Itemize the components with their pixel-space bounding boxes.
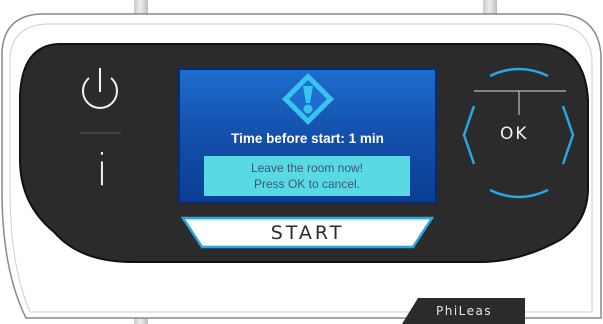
info-label: i — [96, 145, 110, 196]
ok-button-label: OK — [500, 124, 529, 144]
info-button[interactable]: i — [84, 145, 118, 201]
arc-left-icon — [462, 105, 476, 165]
ok-button[interactable]: OK — [494, 118, 546, 152]
nav-down-button[interactable] — [484, 184, 554, 206]
warning-message-box: Leave the room now! Press OK to cancel. — [204, 156, 410, 196]
countdown-status-text: Time before start: 1 min — [231, 131, 384, 146]
lcd-screen: Time before start: 1 min Leave the room … — [178, 68, 437, 204]
nav-up-button[interactable] — [484, 60, 554, 82]
power-icon — [82, 68, 118, 109]
arc-right-icon — [561, 105, 575, 165]
start-button[interactable]: START — [181, 216, 434, 249]
warning-message-line-1: Leave the room now! — [250, 161, 364, 175]
arc-up-icon — [489, 67, 549, 78]
brand-logo-text: PhiLeas — [436, 304, 493, 318]
warning-diamond-icon — [282, 73, 334, 125]
start-button-label: START — [270, 222, 345, 244]
warning-message-line-2: Press OK to cancel. — [253, 177, 361, 191]
brand-logo: PhiLeas — [430, 302, 520, 320]
nav-left-button[interactable] — [458, 100, 480, 170]
nav-right-button[interactable] — [557, 100, 579, 170]
arc-down-icon — [489, 188, 549, 199]
power-button[interactable] — [72, 62, 128, 120]
